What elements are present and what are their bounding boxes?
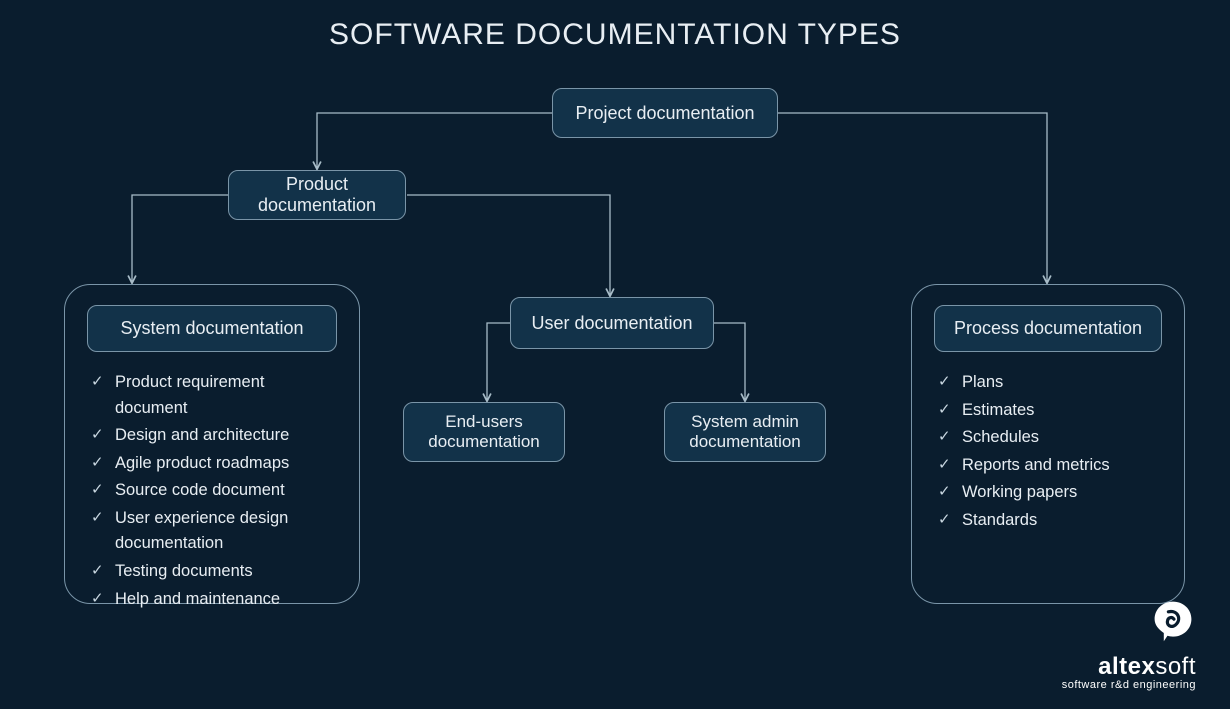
altexsoft-logo: altexsoft software r&d engineering bbox=[1062, 598, 1196, 691]
panel-process-documentation: Process documentation PlansEstimatesSche… bbox=[911, 284, 1185, 604]
node-label: Product documentation bbox=[239, 174, 395, 216]
list-item: Reports and metrics bbox=[934, 453, 1162, 479]
panel-system-documentation: System documentation Product requirement… bbox=[64, 284, 360, 604]
node-user-documentation: User documentation bbox=[510, 297, 714, 349]
node-endusers-documentation: End-users documentation bbox=[403, 402, 565, 462]
list-item: User experience design documentation bbox=[87, 506, 337, 557]
process-items-list: PlansEstimatesSchedulesReports and metri… bbox=[934, 370, 1162, 533]
logo-tagline: software r&d engineering bbox=[1062, 679, 1196, 691]
list-item: Working papers bbox=[934, 480, 1162, 506]
diagram-title: SOFTWARE DOCUMENTATION TYPES bbox=[0, 18, 1230, 52]
node-product-documentation: Product documentation bbox=[228, 170, 406, 220]
node-system-documentation: System documentation bbox=[87, 305, 337, 352]
list-item: Plans bbox=[934, 370, 1162, 396]
logo-brand-bold: altex bbox=[1098, 653, 1155, 680]
list-item: Testing documents bbox=[87, 559, 337, 585]
node-project-documentation: Project documentation bbox=[552, 88, 778, 138]
list-item: Agile product roadmaps bbox=[87, 451, 337, 477]
node-label: Project documentation bbox=[575, 103, 754, 124]
node-process-documentation: Process documentation bbox=[934, 305, 1162, 352]
list-item: Source code document bbox=[87, 478, 337, 504]
node-label: User documentation bbox=[531, 313, 692, 334]
system-items-list: Product requirement documentDesign and a… bbox=[87, 370, 337, 612]
logo-brand-light: soft bbox=[1155, 653, 1196, 680]
node-label: End-users documentation bbox=[414, 412, 554, 452]
logo-brand-text: altexsoft bbox=[1062, 653, 1196, 681]
list-item: Schedules bbox=[934, 425, 1162, 451]
list-item: Product requirement document bbox=[87, 370, 337, 421]
node-label: Process documentation bbox=[954, 318, 1142, 338]
logo-mark-icon bbox=[1150, 598, 1196, 644]
node-label: System documentation bbox=[120, 318, 303, 338]
list-item: Standards bbox=[934, 508, 1162, 534]
list-item: Estimates bbox=[934, 398, 1162, 424]
node-sysadmin-documentation: System admin documentation bbox=[664, 402, 826, 462]
node-label: System admin documentation bbox=[675, 412, 815, 452]
list-item: Design and architecture bbox=[87, 423, 337, 449]
list-item: Help and maintenance bbox=[87, 587, 337, 613]
